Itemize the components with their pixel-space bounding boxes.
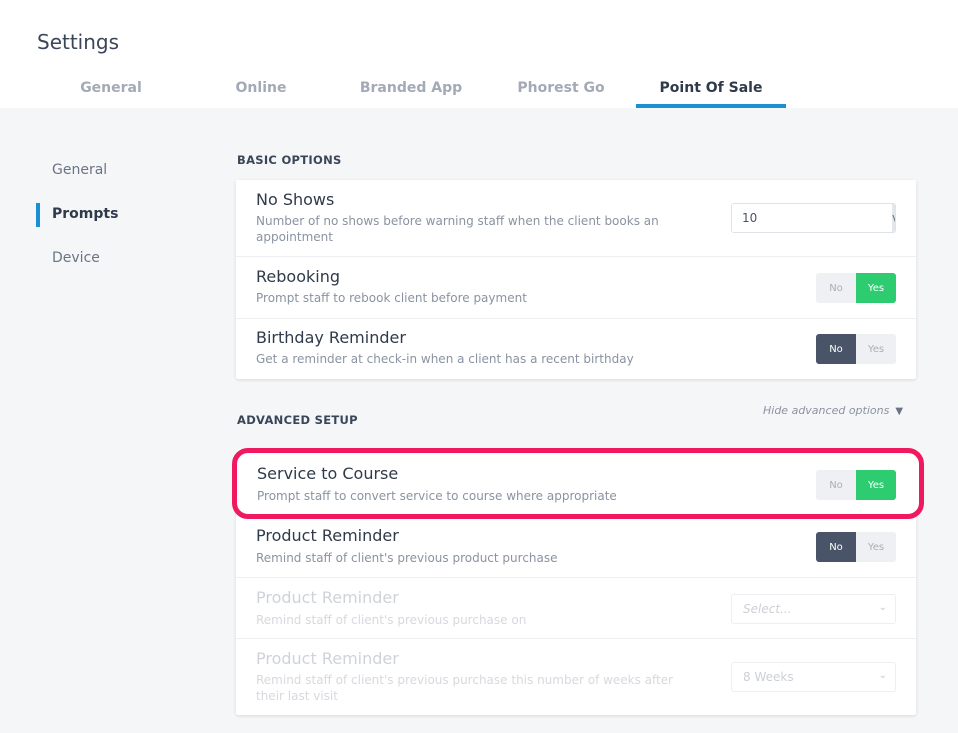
page-title: Settings [37,30,120,54]
sidebar-item-device[interactable]: Device [36,236,186,280]
hide-advanced-options-label: Hide advanced options [763,404,890,417]
service-to-course-no-option[interactable]: No [816,470,856,500]
basic-options-card: No Shows Number of no shows before warni… [236,180,916,379]
product-reminder-on-description: Remind staff of client's previous purcha… [256,613,527,627]
birthday-reminder-toggle: No Yes [816,334,896,364]
rebooking-yes-option[interactable]: Yes [856,273,896,303]
sidebar: General Prompts Device [36,148,186,280]
product-reminder-weeks-title: Product Reminder [256,649,399,668]
product-reminder-toggle: No Yes [816,532,896,562]
no-shows-title: No Shows [256,190,335,209]
rebooking-no-option[interactable]: No [816,273,856,303]
service-to-course-highlight: Service to Course Prompt staff to conver… [232,448,924,519]
chevron-down-icon: ⌄ [878,602,887,613]
advanced-setup-heading: ADVANCED SETUP [237,413,358,427]
no-shows-visits-field: visits [731,203,896,233]
tab-phorest-go[interactable]: Phorest Go [486,74,636,108]
visits-suffix: visits [892,204,895,232]
weeks-select[interactable]: 8 Weeks ⌄ [731,662,896,692]
product-reminder-weeks-description: Remind staff of client's previous purcha… [256,673,674,703]
tab-point-of-sale[interactable]: Point Of Sale [636,74,786,108]
weeks-value: 8 Weeks [743,670,794,684]
sidebar-item-general[interactable]: General [36,148,186,192]
no-shows-row: No Shows Number of no shows before warni… [236,180,916,256]
service-to-course-yes-option[interactable]: Yes [856,470,896,500]
birthday-yes-option[interactable]: Yes [856,334,896,364]
service-to-course-description: Prompt staff to convert service to cours… [257,489,617,503]
rebooking-description: Prompt staff to rebook client before pay… [256,291,527,305]
product-reminder-description: Remind staff of client's previous produc… [256,551,558,565]
no-shows-description: Number of no shows before warning staff … [256,214,659,244]
product-reminder-row: Product Reminder Remind staff of client'… [236,517,916,579]
birthday-reminder-description: Get a reminder at check-in when a client… [256,352,634,366]
product-reminder-no-option[interactable]: No [816,532,856,562]
tab-general[interactable]: General [36,74,186,108]
purchase-on-placeholder: Select... [743,602,792,616]
rebooking-row: Rebooking Prompt staff to rebook client … [236,256,916,318]
rebooking-toggle: No Yes [816,273,896,303]
birthday-no-option[interactable]: No [816,334,856,364]
birthday-reminder-row: Birthday Reminder Get a reminder at chec… [236,318,916,379]
rebooking-title: Rebooking [256,267,340,286]
product-reminder-on-title: Product Reminder [256,588,399,607]
chevron-down-icon: ⌄ [878,670,887,681]
service-to-course-title: Service to Course [257,464,399,483]
product-reminder-yes-option[interactable]: Yes [856,532,896,562]
product-reminder-on-row: Product Reminder Remind staff of client'… [236,577,916,638]
sidebar-item-prompts[interactable]: Prompts [36,192,186,236]
product-reminder-title: Product Reminder [256,526,399,545]
chevron-down-icon: ▼ [895,406,904,417]
no-shows-input[interactable] [732,204,892,232]
tab-bar: General Online Branded App Phorest Go Po… [36,74,786,108]
service-to-course-toggle: No Yes [816,470,896,500]
purchase-on-select[interactable]: Select... ⌄ [731,594,896,624]
birthday-reminder-title: Birthday Reminder [256,328,406,347]
tab-online[interactable]: Online [186,74,336,108]
basic-options-heading: BASIC OPTIONS [237,153,342,167]
tab-branded-app[interactable]: Branded App [336,74,486,108]
product-reminder-weeks-row: Product Reminder Remind staff of client'… [236,638,916,715]
top-bar: Settings General Online Branded App Phor… [0,0,958,108]
hide-advanced-options-link[interactable]: Hide advanced options ▼ [763,404,903,417]
